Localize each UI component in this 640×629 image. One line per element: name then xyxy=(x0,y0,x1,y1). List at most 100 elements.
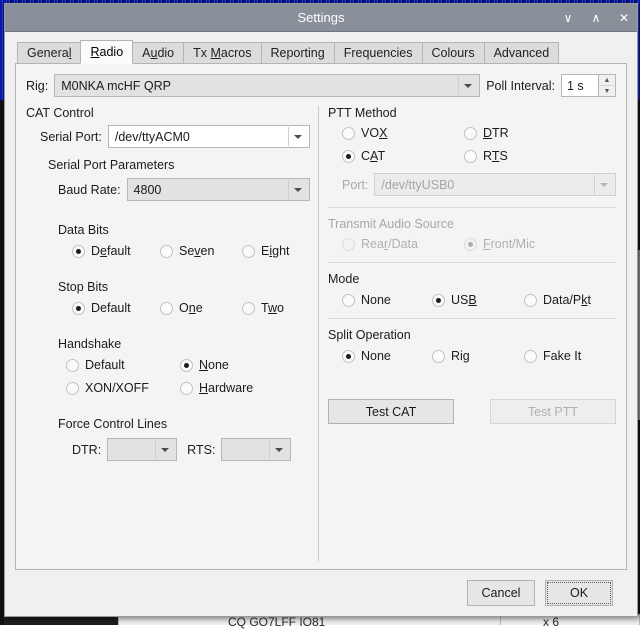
tab-audio[interactable]: Audio xyxy=(132,42,184,64)
radio-dot-icon xyxy=(524,350,537,363)
test-buttons-row: Test CAT Test PTT xyxy=(328,399,616,424)
tab-reporting[interactable]: Reporting xyxy=(261,42,335,64)
radio-ptt-rts[interactable]: RTS xyxy=(464,149,508,163)
chevron-down-icon xyxy=(294,135,302,139)
stop-bits-options: Default One Two xyxy=(58,301,310,315)
radio-label: Front/Mic xyxy=(483,237,535,251)
radio-split-rig[interactable]: Rig xyxy=(432,349,524,363)
chevron-down-icon xyxy=(275,448,283,452)
radio-dot-icon xyxy=(524,294,537,307)
force-control-lines-row: DTR: RTS: xyxy=(58,438,310,461)
rts-label: RTS: xyxy=(187,443,215,457)
baud-rate-select[interactable]: 4800 xyxy=(127,178,310,201)
mode-group: Mode None USB xyxy=(328,272,616,307)
radio-mode-usb[interactable]: USB xyxy=(432,293,524,307)
radio-dot-icon xyxy=(464,238,477,251)
poll-interval-label: Poll Interval: xyxy=(486,79,555,93)
radio-label: DTR xyxy=(483,126,509,140)
radio-label: Hardware xyxy=(199,381,253,395)
radio-dot-icon xyxy=(342,294,355,307)
radio-dot-icon xyxy=(160,302,173,315)
settings-dialog: Settings ∨ ∧ ✕ General Radio Audio Tx Ma… xyxy=(4,3,638,617)
radio-data-bits-default[interactable]: Default xyxy=(72,244,160,258)
radio-mode-data-pkt[interactable]: Data/Pkt xyxy=(524,293,591,307)
radio-handshake-none[interactable]: None xyxy=(180,358,229,372)
radio-dot-icon xyxy=(432,350,445,363)
radio-dot-icon xyxy=(342,238,355,251)
radio-data-bits-eight[interactable]: Eight xyxy=(242,244,290,258)
tab-frequencies[interactable]: Frequencies xyxy=(334,42,423,64)
radio-data-bits-seven[interactable]: Seven xyxy=(160,244,242,258)
cancel-button[interactable]: Cancel xyxy=(467,580,535,606)
radio-label: Default xyxy=(91,301,131,315)
window-body: General Radio Audio Tx Macros Reporting … xyxy=(5,32,637,616)
radio-ptt-dtr[interactable]: DTR xyxy=(464,126,509,140)
radio-split-fake-it[interactable]: Fake It xyxy=(524,349,581,363)
handshake-options-row1: Default None xyxy=(58,358,310,372)
serial-port-select[interactable]: /dev/ttyACM0 xyxy=(108,125,310,148)
radio-mode-none[interactable]: None xyxy=(342,293,432,307)
data-bits-options: Default Seven Eight xyxy=(58,244,310,258)
spin-up-icon[interactable]: ▲ xyxy=(599,75,615,86)
ptt-method-row2: CAT RTS xyxy=(328,149,616,163)
radio-dot-icon xyxy=(180,359,193,372)
baud-rate-row: Baud Rate: 4800 xyxy=(26,178,310,201)
stop-bits-group: Stop Bits Default One xyxy=(26,280,310,315)
chevron-up-icon[interactable]: ∧ xyxy=(589,11,603,25)
radio-handshake-xonxoff[interactable]: XON/XOFF xyxy=(66,381,180,395)
dtr-select[interactable] xyxy=(107,438,177,461)
radio-label: Rig xyxy=(451,349,470,363)
chevron-down-icon xyxy=(161,448,169,452)
window-title: Settings xyxy=(5,10,637,25)
window-controls: ∨ ∧ ✕ xyxy=(561,4,631,32)
radio-dot-icon xyxy=(72,245,85,258)
radio-handshake-hardware[interactable]: Hardware xyxy=(180,381,253,395)
handshake-options-row2: XON/XOFF Hardware xyxy=(58,381,310,395)
tab-advanced[interactable]: Advanced xyxy=(484,42,560,64)
rig-select-value: M0NKA mcHF QRP xyxy=(61,79,171,93)
radio-handshake-default[interactable]: Default xyxy=(66,358,180,372)
poll-interval-input[interactable]: 1 s xyxy=(561,74,599,97)
ptt-port-label: Port: xyxy=(342,178,368,192)
test-cat-button[interactable]: Test CAT xyxy=(328,399,454,424)
radio-dot-icon xyxy=(66,382,79,395)
title-bar[interactable]: Settings ∨ ∧ ✕ xyxy=(5,4,637,32)
ok-button[interactable]: OK xyxy=(545,580,613,606)
handshake-group: Handshake Default None xyxy=(26,337,310,395)
radio-stop-bits-one[interactable]: One xyxy=(160,301,242,315)
radio-dot-icon xyxy=(464,150,477,163)
tab-tx-macros[interactable]: Tx Macros xyxy=(183,42,261,64)
spin-down-icon[interactable]: ▼ xyxy=(599,86,615,96)
rig-select[interactable]: M0NKA mcHF QRP xyxy=(54,74,480,97)
separator-ptt-audio xyxy=(328,207,616,208)
data-bits-group: Data Bits Default Seven xyxy=(26,223,310,258)
close-icon[interactable]: ✕ xyxy=(617,11,631,25)
radio-dot-icon xyxy=(342,350,355,363)
chevron-down-icon[interactable]: ∨ xyxy=(561,11,575,25)
radio-dot-icon xyxy=(160,245,173,258)
ptt-method-row1: VOX DTR xyxy=(328,126,616,140)
radio-label: USB xyxy=(451,293,477,307)
data-bits-title: Data Bits xyxy=(58,223,310,237)
background-decoded-text: CQ GO7LFF IO81 xyxy=(228,615,325,629)
ptt-port-select: /dev/ttyUSB0 xyxy=(374,173,616,196)
radio-label: Seven xyxy=(179,244,214,258)
rig-label: Rig: xyxy=(26,79,48,93)
radio-stop-bits-default[interactable]: Default xyxy=(72,301,160,315)
tab-general[interactable]: General xyxy=(17,42,81,64)
rts-select[interactable] xyxy=(221,438,291,461)
transmit-audio-source-group: Transmit Audio Source Rear/Data Front/Mi… xyxy=(328,217,616,251)
radio-ptt-vox[interactable]: VOX xyxy=(342,126,464,140)
radio-stop-bits-two[interactable]: Two xyxy=(242,301,284,315)
baud-rate-value: 4800 xyxy=(134,183,162,197)
tab-radio[interactable]: Radio xyxy=(80,40,133,64)
tab-colours[interactable]: Colours xyxy=(422,42,485,64)
poll-interval-stepper[interactable]: 1 s ▲ ▼ xyxy=(561,74,616,97)
split-operation-group: Split Operation None Rig xyxy=(328,328,616,363)
radio-split-none[interactable]: None xyxy=(342,349,432,363)
radio-label: Rear/Data xyxy=(361,237,418,251)
cat-control-title: CAT Control xyxy=(26,106,310,120)
settings-columns: CAT Control Serial Port: /dev/ttyACM0 Se… xyxy=(26,106,616,563)
radio-dot-icon xyxy=(66,359,79,372)
radio-ptt-cat[interactable]: CAT xyxy=(342,149,464,163)
